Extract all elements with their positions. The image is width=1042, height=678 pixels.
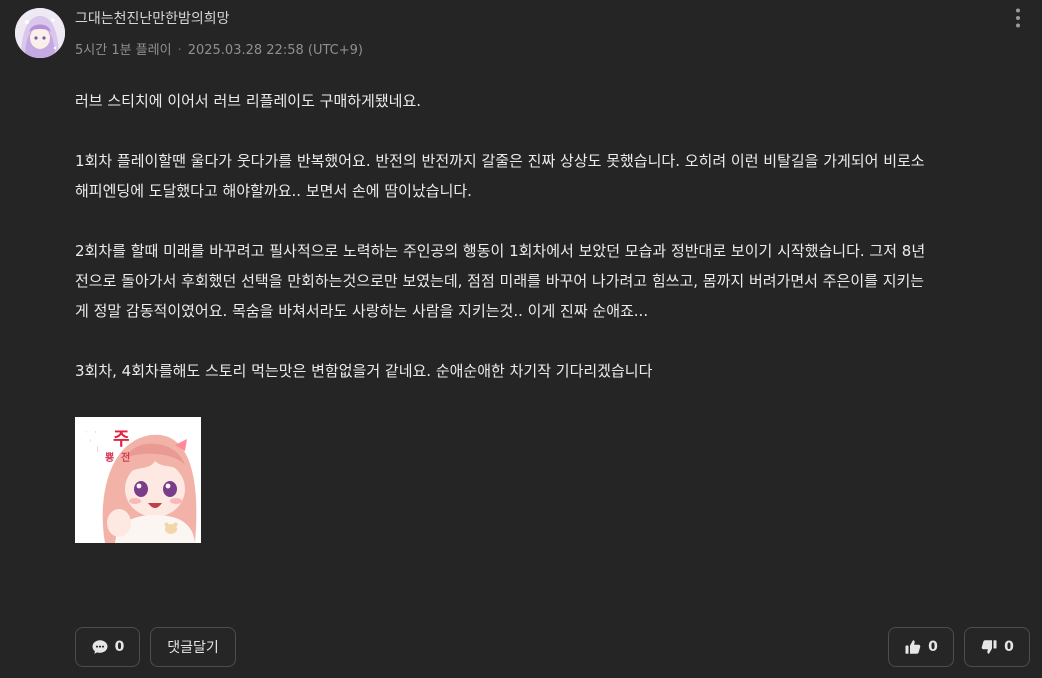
dislike-count: 0 — [1004, 639, 1014, 655]
review-line: 게 정말 감동적이였어요. 목숨을 바쳐서라도 사랑하는 사람을 지키는것.. … — [75, 302, 649, 320]
playtime: 5시간 1분 플레이 — [75, 43, 172, 58]
avatar-image — [15, 8, 65, 58]
sticker-illustration: 쪽 주 뿅 전 — [75, 417, 201, 543]
author-name[interactable]: 그대는천진난만한밤의희망 — [75, 8, 230, 28]
review-line: 2회차를 할때 미래를 바꾸려고 필사적으로 노력하는 주인공의 행동이 1회차… — [75, 242, 926, 260]
thumbs-up-icon — [905, 640, 921, 654]
sticker-text: 전 — [121, 451, 130, 464]
sticker-text: 뿅 — [105, 452, 114, 464]
review-line: 1회차 플레이할땐 울다가 웃다가를 반복했어요. 반전의 반전까지 갈줄은 진… — [75, 152, 925, 170]
speech-bubble-icon — [92, 640, 108, 654]
review-line: 전으로 돌아가서 후회했던 선택을 만회하는것으로만 보였는데, 점점 미래를 … — [75, 272, 925, 290]
sticker-image: 쪽 주 뿅 전 — [75, 417, 201, 543]
write-reply-button[interactable]: 댓글달기 — [150, 627, 236, 667]
review-line: 해피엔딩에 도달했다고 해야할까요.. 보면서 손에 땀이났습니다. — [75, 182, 472, 200]
comment-count: 0 — [114, 639, 125, 655]
review-line: 러브 스티치에 이어서 러브 리플레이도 구매하게됐네요. — [75, 92, 422, 110]
sticker-text: 쪽 — [79, 428, 103, 458]
dislike-button[interactable]: 0 — [964, 627, 1030, 667]
thumbs-down-icon — [981, 640, 997, 654]
comments-button[interactable]: 0 — [75, 627, 140, 667]
more-vertical-icon — [1016, 8, 1020, 28]
like-count: 0 — [928, 639, 938, 655]
sticker-text: 주 — [113, 429, 130, 450]
review-line: 3회차, 4회차를해도 스토리 먹는맛은 변함없을거 같네요. 순애순애한 차기… — [75, 362, 653, 380]
timestamp: 2025.03.28 22:58 (UTC+9) — [187, 43, 363, 58]
meta-separator: · — [177, 43, 182, 58]
avatar[interactable] — [15, 8, 65, 58]
more-options-button[interactable] — [1006, 6, 1030, 30]
like-button[interactable]: 0 — [888, 627, 954, 667]
review-body: 러브 스티치에 이어서 러브 리플레이도 구매하게됐네요. 1회차 플레이할땐 … — [75, 86, 1025, 386]
review-meta: 5시간 1분 플레이 · 2025.03.28 22:58 (UTC+9) — [75, 39, 363, 58]
